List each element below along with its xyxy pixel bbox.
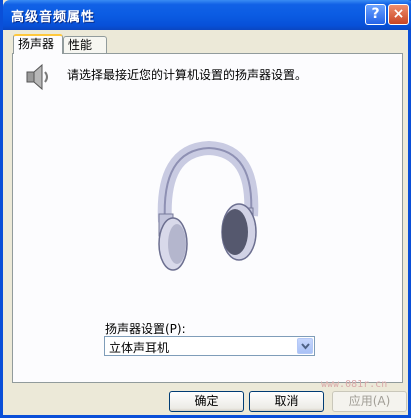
speaker-setting-label: 扬声器设置(P): [105,322,186,336]
help-button[interactable]: ? [365,4,386,25]
tab-performance[interactable]: 性能 [63,36,107,54]
headphones-icon [157,140,259,271]
apply-button[interactable]: 应用(A) [332,391,407,412]
cancel-button[interactable]: 取消 [249,391,324,412]
close-button[interactable]: × [388,4,409,25]
audio-properties-window: 高级音频属性 ? × 扬声器 性能 请选择最接近您的计算机设置的扬声器设置。 扬… [0,0,411,418]
window-title: 高级音频属性 [11,10,96,25]
instruction-text: 请选择最接近您的计算机设置的扬声器设置。 [67,68,308,82]
watermark: www.081r.cn [321,379,388,390]
chevron-down-icon[interactable] [297,338,313,354]
speaker-setting-value: 立体声耳机 [109,341,170,355]
title-bar[interactable]: 高级音频属性 ? × [3,0,411,30]
speaker-setting-select[interactable]: 立体声耳机 [104,336,315,356]
speaker-icon [26,63,48,91]
tab-speakers[interactable]: 扬声器 [13,34,63,54]
ok-button[interactable]: 确定 [169,391,244,412]
